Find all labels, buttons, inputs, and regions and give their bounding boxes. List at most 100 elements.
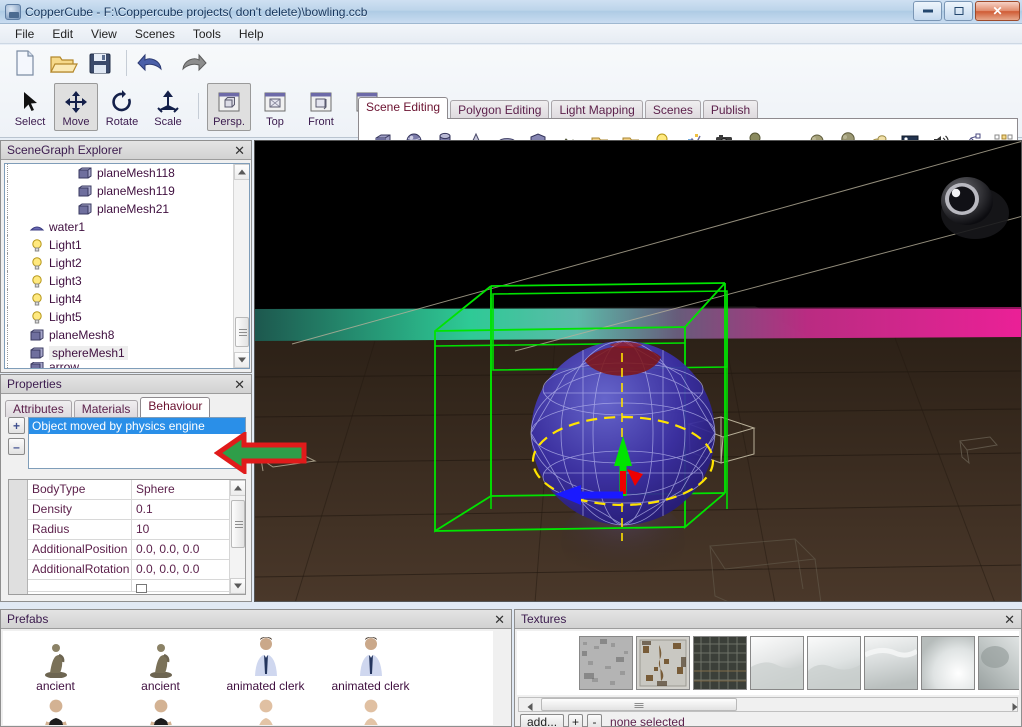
- prefabs-grid[interactable]: ancient ancient animated clerk animated …: [3, 631, 493, 725]
- tree-item-label-selected: sphereMesh1: [49, 346, 128, 360]
- menu-item-help[interactable]: Help: [230, 25, 273, 43]
- list-item[interactable]: [108, 693, 213, 725]
- add-behaviour-button[interactable]: +: [8, 417, 25, 434]
- scenegraph-vertical-scrollbar[interactable]: [233, 164, 249, 368]
- table-row[interactable]: AdditionalPosition 0.0, 0.0, 0.0: [28, 540, 245, 560]
- tab-materials[interactable]: Materials: [73, 400, 139, 417]
- scenegraph-close-icon[interactable]: ✕: [232, 144, 247, 157]
- list-item[interactable]: [3, 693, 108, 725]
- texture-zoom-in-button[interactable]: +: [568, 714, 584, 727]
- texture-thumb-sky-5[interactable]: [978, 636, 1019, 690]
- view-top[interactable]: Top: [253, 83, 297, 131]
- texture-thumb-sky-4[interactable]: [921, 636, 975, 690]
- tab-publish[interactable]: Publish: [702, 100, 759, 119]
- table-row[interactable]: BodyType Sphere: [28, 480, 245, 500]
- menu-bar: File Edit View Scenes Tools Help: [0, 24, 1022, 44]
- tree-item-light2[interactable]: Light2: [5, 252, 233, 272]
- table-row-partial[interactable]: [28, 580, 245, 593]
- scroll-left-button[interactable]: [519, 698, 532, 711]
- list-item[interactable]: [318, 693, 423, 725]
- toolbar-zone: Select Move Rotate Scale Persp. Top Fron…: [0, 45, 1022, 163]
- tree-item-spheremesh1[interactable]: sphereMesh1: [5, 342, 233, 362]
- prefabs-close-icon[interactable]: ✕: [492, 613, 507, 626]
- scroll-right-button[interactable]: [1004, 698, 1017, 711]
- tree-item-light1[interactable]: Light1: [5, 234, 233, 254]
- menu-item-edit[interactable]: Edit: [43, 25, 82, 43]
- tree-item-planemesh21[interactable]: planeMesh21: [5, 198, 233, 218]
- mesh-icon: [29, 328, 45, 342]
- texture-thumb-dark-grid[interactable]: [693, 636, 747, 690]
- redo-icon[interactable]: [175, 48, 207, 78]
- tree-item-light3[interactable]: Light3: [5, 270, 233, 290]
- minimize-button[interactable]: [913, 1, 942, 21]
- save-disk-icon[interactable]: [84, 48, 116, 78]
- texture-thumb-concrete[interactable]: [579, 636, 633, 690]
- tool-move[interactable]: Move: [54, 83, 98, 131]
- tree-item-light5[interactable]: Light5: [5, 306, 233, 326]
- add-texture-button[interactable]: add...: [520, 714, 565, 727]
- light-icon: [29, 238, 45, 252]
- grid-rows: BodyType Sphere Density 0.1 Radius 10 Ad…: [28, 480, 245, 594]
- grid-vertical-scrollbar[interactable]: [229, 480, 245, 594]
- menu-item-scenes[interactable]: Scenes: [126, 25, 184, 43]
- view-perspective[interactable]: Persp.: [207, 83, 251, 131]
- properties-close-icon[interactable]: ✕: [232, 378, 247, 391]
- behaviour-list-item[interactable]: Object moved by physics engine: [29, 418, 245, 434]
- tree-item-arrow[interactable]: arrow: [5, 362, 233, 368]
- texture-zoom-out-button[interactable]: -: [587, 714, 603, 727]
- textures-title: Textures: [521, 612, 567, 626]
- scenegraph-title: SceneGraph Explorer: [7, 143, 123, 157]
- view-front[interactable]: Front: [299, 83, 343, 131]
- scroll-down-button[interactable]: [230, 578, 245, 594]
- list-item[interactable]: animated clerk: [213, 631, 318, 693]
- tree-item-planemesh118[interactable]: planeMesh118: [5, 164, 233, 182]
- tool-scale[interactable]: Scale: [146, 83, 190, 131]
- new-document-icon[interactable]: [8, 48, 40, 78]
- tool-rotate[interactable]: Rotate: [100, 83, 144, 131]
- restore-button[interactable]: [944, 1, 973, 21]
- list-item[interactable]: ancient: [3, 631, 108, 693]
- scroll-thumb[interactable]: [231, 500, 245, 548]
- texture-thumb-sky-3[interactable]: [863, 636, 919, 690]
- tab-scene-editing[interactable]: Scene Editing: [358, 97, 449, 119]
- undo-icon[interactable]: [137, 48, 169, 78]
- menu-item-tools[interactable]: Tools: [184, 25, 230, 43]
- tab-attributes[interactable]: Attributes: [5, 400, 72, 417]
- open-folder-icon[interactable]: [46, 48, 78, 78]
- tree-item-water1[interactable]: water1: [5, 216, 233, 236]
- textures-titlebar: Textures ✕: [515, 610, 1021, 629]
- tab-behaviour[interactable]: Behaviour: [140, 397, 211, 417]
- textures-close-icon[interactable]: ✕: [1002, 613, 1017, 626]
- menu-item-view[interactable]: View: [82, 25, 126, 43]
- list-item[interactable]: [213, 693, 318, 725]
- tree-item-light4[interactable]: Light4: [5, 288, 233, 308]
- scroll-up-button[interactable]: [230, 480, 245, 496]
- texture-thumb-sky-1[interactable]: [750, 636, 804, 690]
- scenegraph-tree[interactable]: planeMesh118 planeMesh119 planeMesh21 wa…: [4, 163, 250, 369]
- tool-select[interactable]: Select: [8, 83, 52, 131]
- remove-behaviour-button[interactable]: –: [8, 438, 25, 455]
- table-row[interactable]: AdditionalRotation 0.0, 0.0, 0.0: [28, 560, 245, 580]
- list-item[interactable]: ancient: [108, 631, 213, 693]
- table-row[interactable]: Density 0.1: [28, 500, 245, 520]
- 3d-viewport[interactable]: [254, 140, 1022, 602]
- close-button[interactable]: ✕: [975, 1, 1020, 21]
- tab-light-mapping[interactable]: Light Mapping: [551, 100, 643, 119]
- textures-horizontal-scrollbar[interactable]: [518, 697, 1018, 712]
- scroll-thumb[interactable]: [541, 698, 737, 711]
- textures-strip[interactable]: [517, 631, 1019, 695]
- scroll-down-button[interactable]: [234, 352, 249, 368]
- texture-thumb-rusty-plate[interactable]: [636, 636, 690, 690]
- list-item[interactable]: animated clerk: [318, 631, 423, 693]
- tab-scenes[interactable]: Scenes: [644, 100, 701, 119]
- tree-item-planemesh119[interactable]: planeMesh119: [5, 180, 233, 200]
- tab-polygon-editing[interactable]: Polygon Editing: [450, 100, 550, 119]
- tree-item-planemesh8[interactable]: planeMesh8: [5, 324, 233, 344]
- menu-item-file[interactable]: File: [6, 25, 43, 43]
- behaviour-property-grid[interactable]: BodyType Sphere Density 0.1 Radius 10 Ad…: [8, 479, 246, 595]
- scroll-up-button[interactable]: [234, 164, 249, 180]
- view-front-label: Front: [308, 116, 334, 128]
- table-row[interactable]: Radius 10: [28, 520, 245, 540]
- scroll-thumb[interactable]: [235, 317, 249, 347]
- texture-thumb-sky-2[interactable]: [807, 636, 861, 690]
